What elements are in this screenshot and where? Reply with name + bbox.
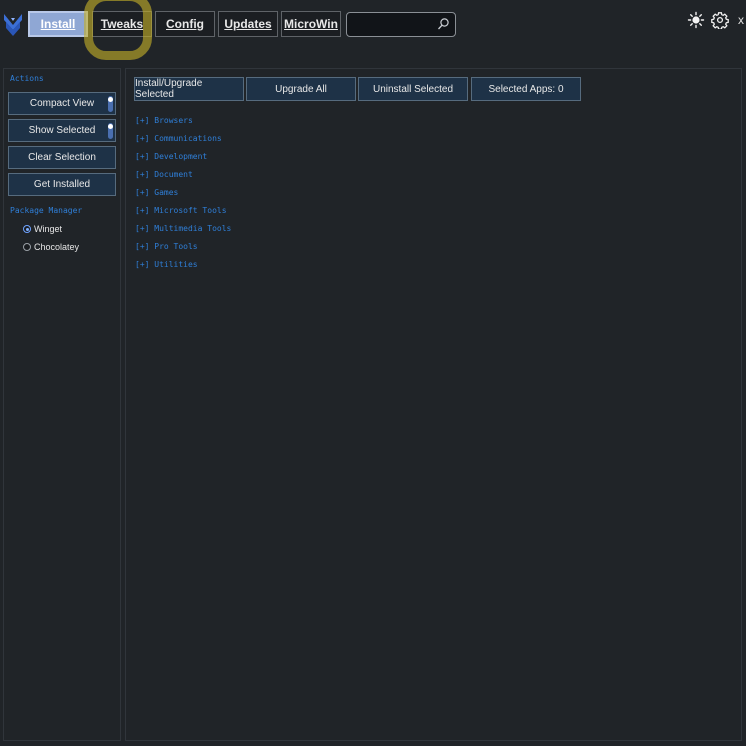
install-upgrade-selected-label: Install/Upgrade Selected [135,78,203,100]
gear-icon[interactable] [711,11,729,29]
toggle-indicator[interactable] [108,123,113,139]
install-upgrade-selected-button[interactable]: Install/Upgrade Selected [134,77,244,101]
tab-updates[interactable]: Updates [218,11,278,37]
winutil-logo-icon [4,14,22,36]
sidebar: Actions Compact View Show Selected Clear… [3,68,121,741]
search-icon[interactable] [436,17,450,31]
radio-winget[interactable]: Winget [23,224,62,234]
selected-apps-label: Selected Apps: 0 [488,83,564,95]
category-communications[interactable]: [+] Communications [135,134,222,143]
compact-view-label: Compact View [29,98,95,109]
tab-install[interactable]: Install [28,11,88,37]
actions-heading: Actions [10,74,44,83]
category-development[interactable]: [+] Development [135,152,207,161]
tab-microwin-label: MicroWin [284,17,338,31]
sun-icon[interactable] [687,11,705,29]
radio-button[interactable] [23,243,31,251]
selected-apps-count[interactable]: Selected Apps: 0 [471,77,581,101]
show-selected-button[interactable]: Show Selected [8,119,116,142]
radio-winget-label: Winget [34,224,63,234]
category-multimedia-tools[interactable]: [+] Multimedia Tools [135,224,231,233]
uninstall-selected-label: Uninstall Selected [372,83,454,95]
toggle-indicator[interactable] [108,96,113,112]
get-installed-label: Get Installed [33,179,91,190]
tab-config-label: Config [166,17,204,31]
tab-microwin[interactable]: MicroWin [281,11,341,37]
upgrade-all-label: Upgrade All [275,83,327,95]
clear-selection-label: Clear Selection [28,152,96,163]
category-pro-tools[interactable]: [+] Pro Tools [135,242,198,251]
clear-selection-button[interactable]: Clear Selection [8,146,116,169]
category-document[interactable]: [+] Document [135,170,193,179]
close-button[interactable]: x [738,13,744,27]
get-installed-button[interactable]: Get Installed [8,173,116,196]
compact-view-button[interactable]: Compact View [8,92,116,115]
radio-chocolatey[interactable]: Chocolatey [23,242,79,252]
upgrade-all-button[interactable]: Upgrade All [246,77,356,101]
main-panel: Install/Upgrade Selected Upgrade All Uni… [125,68,742,741]
tab-tweaks-label: Tweaks [100,17,144,31]
tab-install-label: Install [40,17,76,31]
uninstall-selected-button[interactable]: Uninstall Selected [358,77,468,101]
app-window: Install Tweaks Config Updates MicroWin x [0,0,746,746]
radio-button-checked[interactable] [23,225,31,233]
tab-tweaks[interactable]: Tweaks [92,11,152,37]
category-browsers[interactable]: [+] Browsers [135,116,193,125]
tab-updates-label: Updates [224,17,272,31]
show-selected-label: Show Selected [28,125,96,136]
category-microsoft-tools[interactable]: [+] Microsoft Tools [135,206,227,215]
radio-chocolatey-label: Chocolatey [34,242,80,252]
search-box[interactable] [346,12,456,37]
package-manager-heading: Package Manager [10,206,83,215]
tab-config[interactable]: Config [155,11,215,37]
search-input[interactable] [351,15,441,36]
category-utilities[interactable]: [+] Utilities [135,260,198,269]
category-games[interactable]: [+] Games [135,188,178,197]
